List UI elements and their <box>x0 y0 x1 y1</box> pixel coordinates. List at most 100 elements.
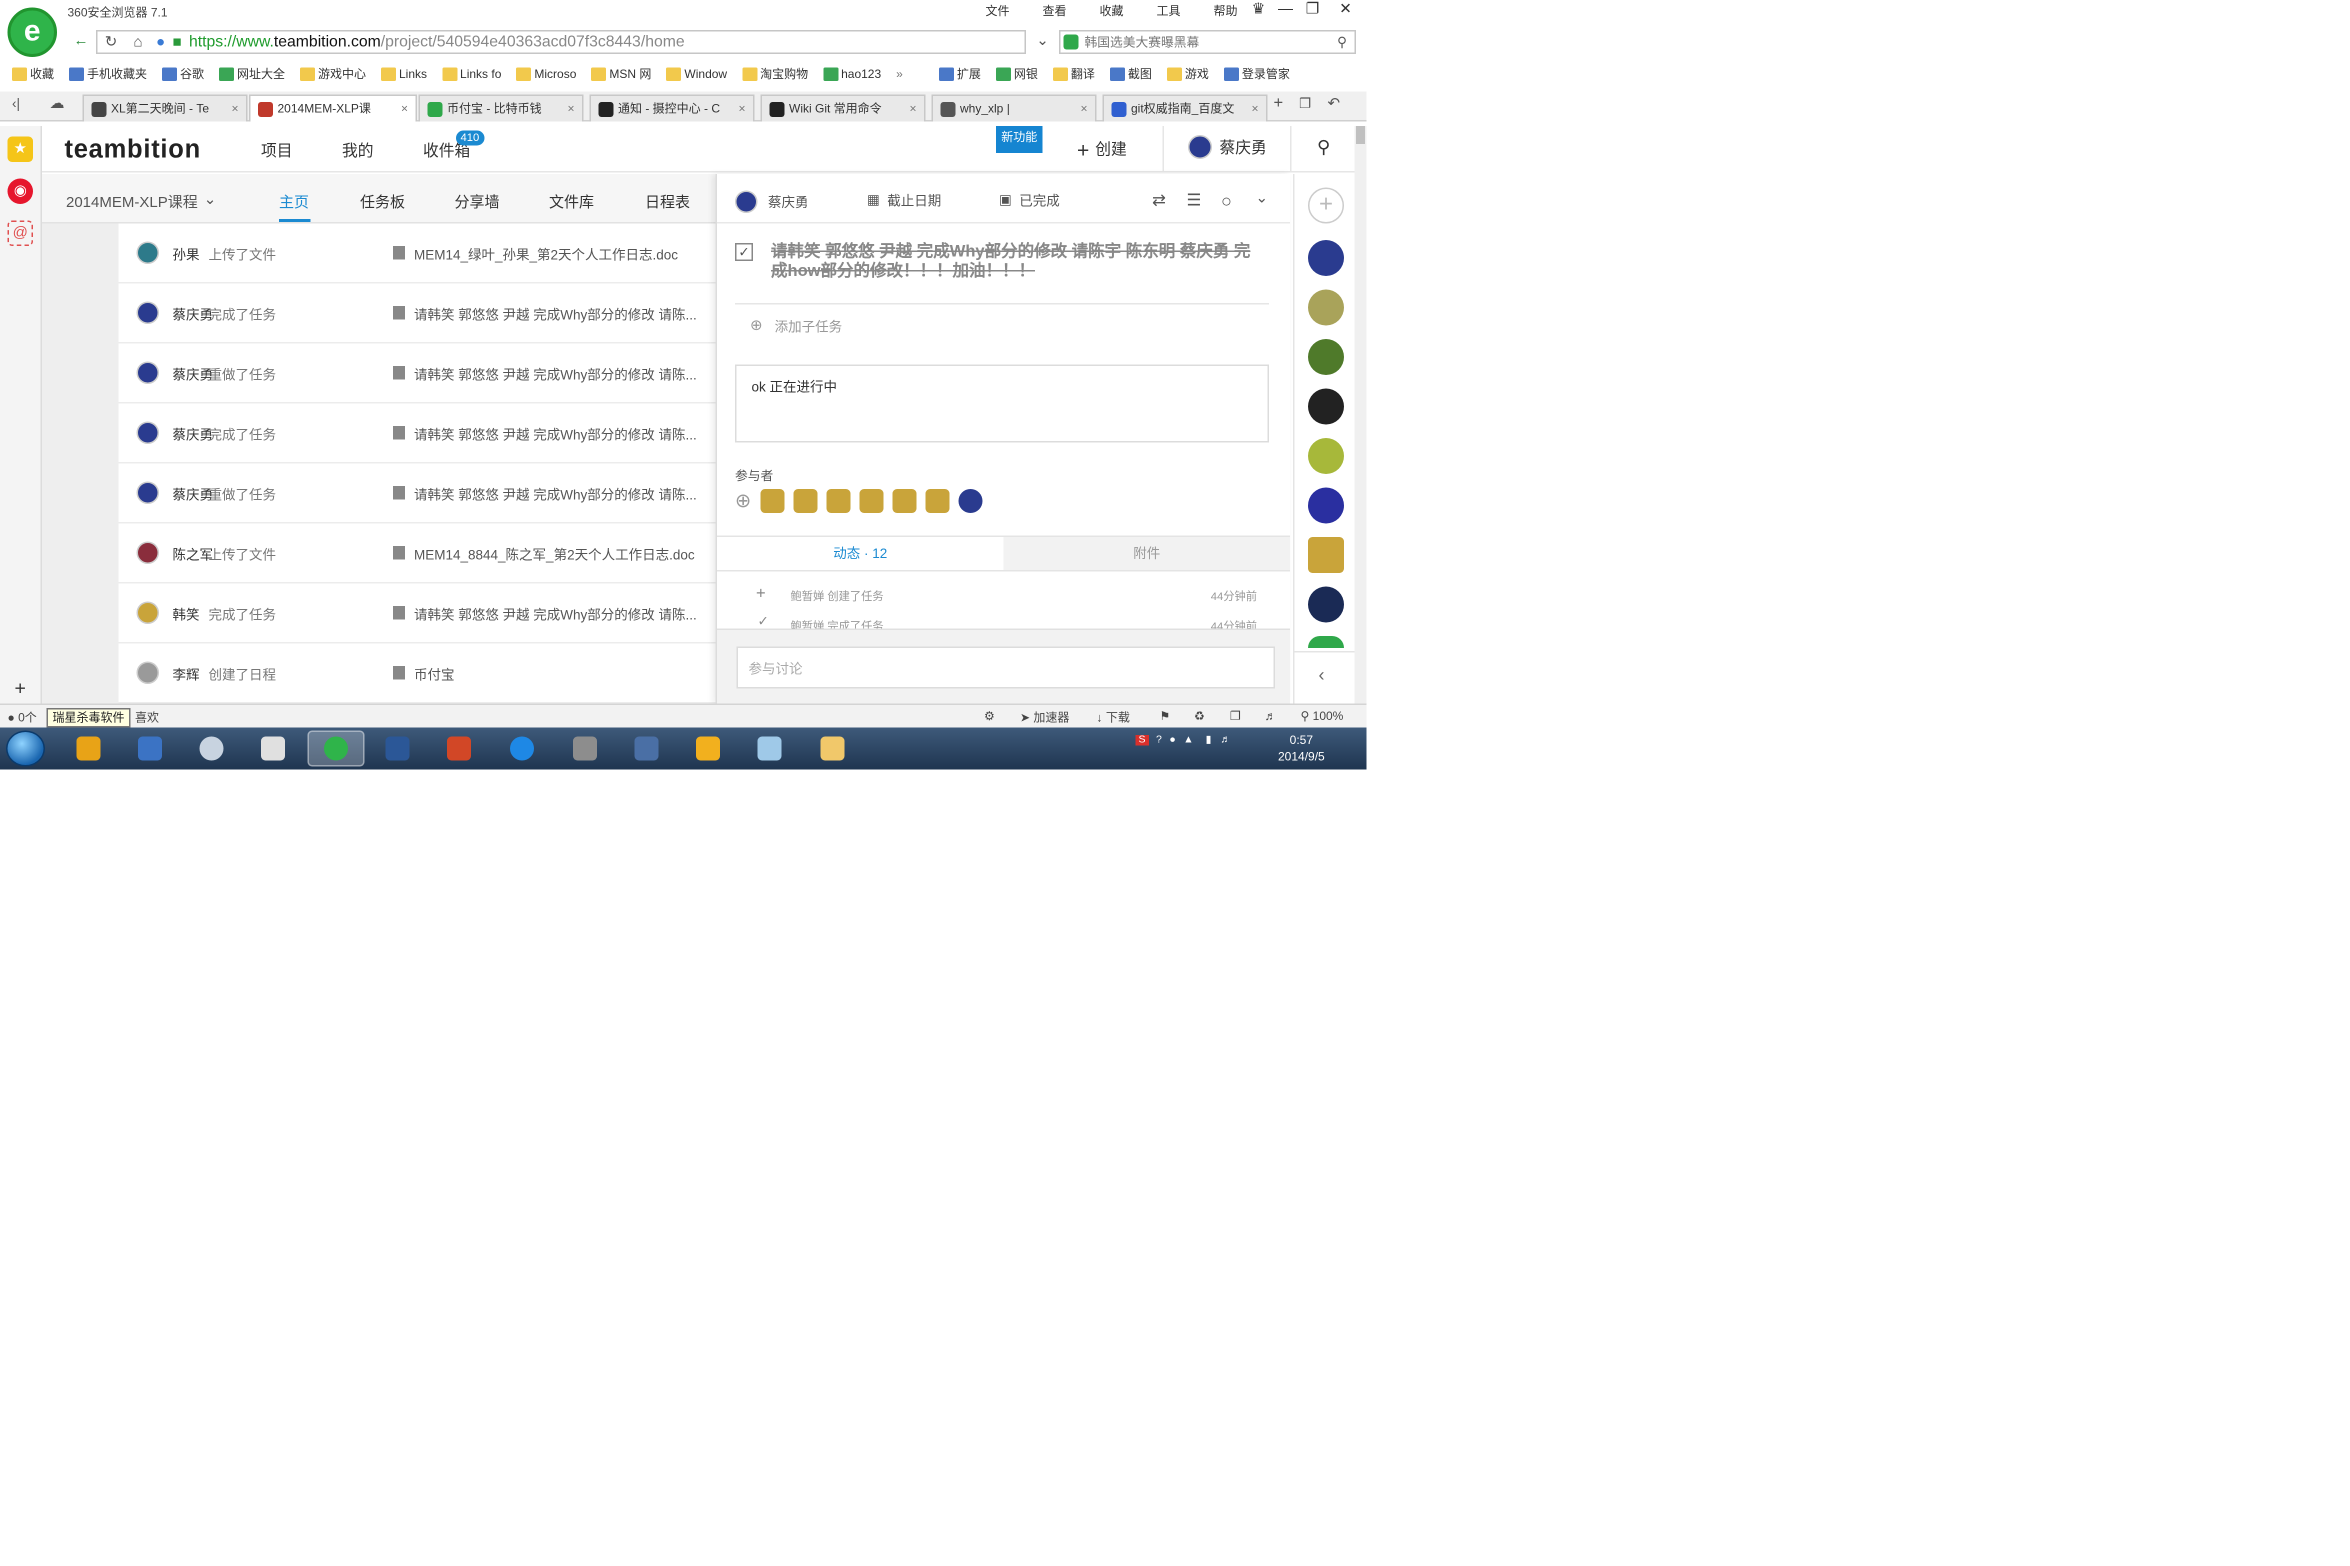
zoom-control[interactable]: ⚲ 100% <box>1301 710 1344 724</box>
search-icon[interactable]: ⚲ <box>1337 35 1347 52</box>
taskbar-app-folder[interactable] <box>804 731 861 767</box>
task-checkbox[interactable]: ✓ <box>735 243 753 261</box>
taskbar-app-antivirus[interactable] <box>60 731 117 767</box>
refresh-icon[interactable]: ↻ <box>98 30 125 54</box>
participant-avatar[interactable] <box>958 489 983 513</box>
tab-calendar[interactable]: 日程表 <box>645 189 690 212</box>
target-link[interactable]: 请韩笑 郭悠悠 尹越 完成Why部分的修改 请陈... <box>414 305 714 325</box>
restore-button[interactable]: ❐ <box>1296 0 1329 20</box>
taskbar-app-chat[interactable] <box>680 731 737 767</box>
search-box[interactable]: 韩国选美大赛曝黑幕 ⚲ <box>1059 30 1356 54</box>
toolbar-login-manager[interactable]: 登录管家 <box>1223 66 1290 83</box>
member-avatar[interactable] <box>1308 240 1344 276</box>
tab-attachments[interactable]: 附件 <box>1003 537 1290 570</box>
cloud-icon[interactable]: ☁ <box>50 96 65 113</box>
add-participant-icon[interactable]: ⊕ <box>735 489 751 513</box>
taskbar-app-word[interactable] <box>369 731 426 767</box>
participant-avatar[interactable] <box>925 489 950 513</box>
actor-name[interactable]: 蔡庆勇 <box>173 485 214 505</box>
bookmark-msn[interactable]: MSN 网 <box>591 66 651 83</box>
actor-name[interactable]: 陈之军 <box>173 545 214 565</box>
close-tab-icon[interactable]: × <box>567 102 574 116</box>
repeat-icon[interactable]: ⇄ <box>1152 191 1166 210</box>
nav-projects[interactable]: 项目 <box>261 140 293 163</box>
member-avatar[interactable] <box>1308 586 1344 623</box>
participant-avatar[interactable] <box>760 489 785 513</box>
taskbar-app-ie[interactable] <box>494 731 551 767</box>
dropdown-icon[interactable]: ⌄ <box>1029 29 1056 53</box>
accelerator-button[interactable]: ➤ 加速器 <box>1020 710 1069 727</box>
bookmark-window[interactable]: Window <box>666 67 727 81</box>
tab-share-wall[interactable]: 分享墙 <box>455 189 500 212</box>
actor-name[interactable]: 李辉 <box>173 665 200 685</box>
close-window-button[interactable]: ✕ <box>1329 0 1362 20</box>
target-link[interactable]: 币付宝 <box>414 665 714 685</box>
actor-name[interactable]: 韩笑 <box>173 605 200 625</box>
menu-view[interactable]: 查看 <box>1043 3 1067 20</box>
undo-close-icon[interactable]: ↶ <box>1328 96 1341 113</box>
target-link[interactable]: MEM14_8844_陈之军_第2天个人工作日志.doc <box>414 545 714 565</box>
taskbar-app-browser[interactable] <box>307 730 365 767</box>
taskbar-app-powerpoint[interactable] <box>431 731 488 767</box>
taskbar-clock[interactable]: 0:57 2014/9/5 <box>1278 732 1325 765</box>
tab-git-guide[interactable]: git权威指南_百度文 × <box>1102 94 1268 122</box>
tab-activity[interactable]: 动态 · 12 <box>717 537 1004 570</box>
person-icon[interactable]: ● <box>1169 734 1175 745</box>
bookmark-links-fo[interactable]: Links fo <box>442 67 501 81</box>
status-circle-icon[interactable]: ○ <box>1221 191 1232 212</box>
actor-name[interactable]: 孙果 <box>173 245 200 265</box>
list-item[interactable]: 蔡庆勇 完成了任务 请韩笑 郭悠悠 尹越 完成Why部分的修改 请陈... <box>118 284 716 344</box>
member-avatar[interactable] <box>1308 537 1344 573</box>
help-icon[interactable]: ? <box>1156 734 1162 745</box>
close-tab-icon[interactable]: × <box>909 102 916 116</box>
address-bar[interactable]: ↻ ⌂ ● ■ https://www.teambition.com/proje… <box>96 30 1026 54</box>
speed-icon[interactable]: ⚙ <box>984 710 995 724</box>
nav-mine[interactable]: 我的 <box>342 140 374 163</box>
tray-expand-icon[interactable]: ▲ <box>1183 734 1193 745</box>
close-tab-icon[interactable]: × <box>738 102 745 116</box>
add-subtask-button[interactable]: ⊕ 添加子任务 <box>750 317 842 337</box>
tab-notifications[interactable]: 通知 - 摄控中心 - C × <box>589 94 755 122</box>
participant-avatar[interactable] <box>892 489 917 513</box>
tab-bifubao[interactable]: 币付宝 - 比特币钱 × <box>418 94 584 122</box>
bookmark-hao123[interactable]: hao123 <box>823 67 881 81</box>
url-text[interactable]: https://www.teambition.com/project/54059… <box>189 33 685 51</box>
cleanup-icon[interactable]: ♻ <box>1194 710 1205 724</box>
target-link[interactable]: 请韩笑 郭悠悠 尹越 完成Why部分的修改 请陈... <box>414 605 714 625</box>
toolbar-screenshot[interactable]: 截图 <box>1109 66 1152 83</box>
member-avatar[interactable] <box>1308 289 1344 326</box>
tab-project[interactable]: 2014MEM-XLP课 × <box>249 94 417 122</box>
member-avatar[interactable] <box>1308 438 1344 474</box>
window-icon[interactable]: ❐ <box>1230 710 1241 724</box>
sogou-icon[interactable]: S <box>1135 734 1149 745</box>
add-sidebar-icon[interactable]: + <box>8 675 34 701</box>
tab-wiki-git[interactable]: Wiki Git 常用命令 × <box>760 94 926 122</box>
volume-icon[interactable]: ♬ <box>1220 734 1231 745</box>
bookmark-games[interactable]: 游戏中心 <box>300 66 366 83</box>
bookmark-mobile[interactable]: 手机收藏夹 <box>69 66 147 83</box>
done-toggle[interactable]: ▣ 已完成 <box>999 191 1060 211</box>
toolbar-bank[interactable]: 网银 <box>995 66 1038 83</box>
back-icon[interactable]: ← <box>68 29 95 53</box>
participant-avatar[interactable] <box>826 489 851 513</box>
bookmark-taobao[interactable]: 淘宝购物 <box>742 66 808 83</box>
restore-tabs-icon[interactable]: ❐ <box>1299 96 1311 113</box>
task-title[interactable]: 请韩笑 郭悠悠 尹越 完成Why部分的修改 请陈宇 陈东明 蔡庆勇 完成how部… <box>771 243 1266 282</box>
search-icon[interactable]: ⚲ <box>1317 137 1330 158</box>
toolbar-translate[interactable]: 翻译 <box>1052 66 1095 83</box>
list-icon[interactable]: ☰ <box>1187 191 1202 210</box>
search-query[interactable]: 韩国选美大赛曝黑幕 <box>1085 33 1200 51</box>
actor-name[interactable]: 蔡庆勇 <box>173 425 214 445</box>
new-feature-ribbon[interactable]: 新功能 <box>996 126 1043 153</box>
participant-avatar[interactable] <box>859 489 884 513</box>
toolbar-extensions[interactable]: 扩展 <box>938 66 981 83</box>
menu-tools[interactable]: 工具 <box>1157 3 1181 20</box>
mail-icon[interactable]: @ <box>7 220 33 246</box>
list-item[interactable]: 韩笑 完成了任务 请韩笑 郭悠悠 尹越 完成Why部分的修改 请陈... <box>118 584 716 644</box>
project-switcher[interactable]: 2014MEM-XLP课程 ⌄ <box>66 189 216 212</box>
list-item[interactable]: 蔡庆勇 重做了任务 请韩笑 郭悠悠 尹越 完成Why部分的修改 请陈... <box>118 344 716 404</box>
list-item[interactable]: 陈之军 上传了文件 MEM14_8844_陈之军_第2天个人工作日志.doc <box>118 524 716 584</box>
tab-why-xlp[interactable]: why_xlp | × <box>931 94 1097 122</box>
due-date-selector[interactable]: ▦ 截止日期 <box>867 191 941 211</box>
scrollbar[interactable] <box>1354 126 1367 704</box>
